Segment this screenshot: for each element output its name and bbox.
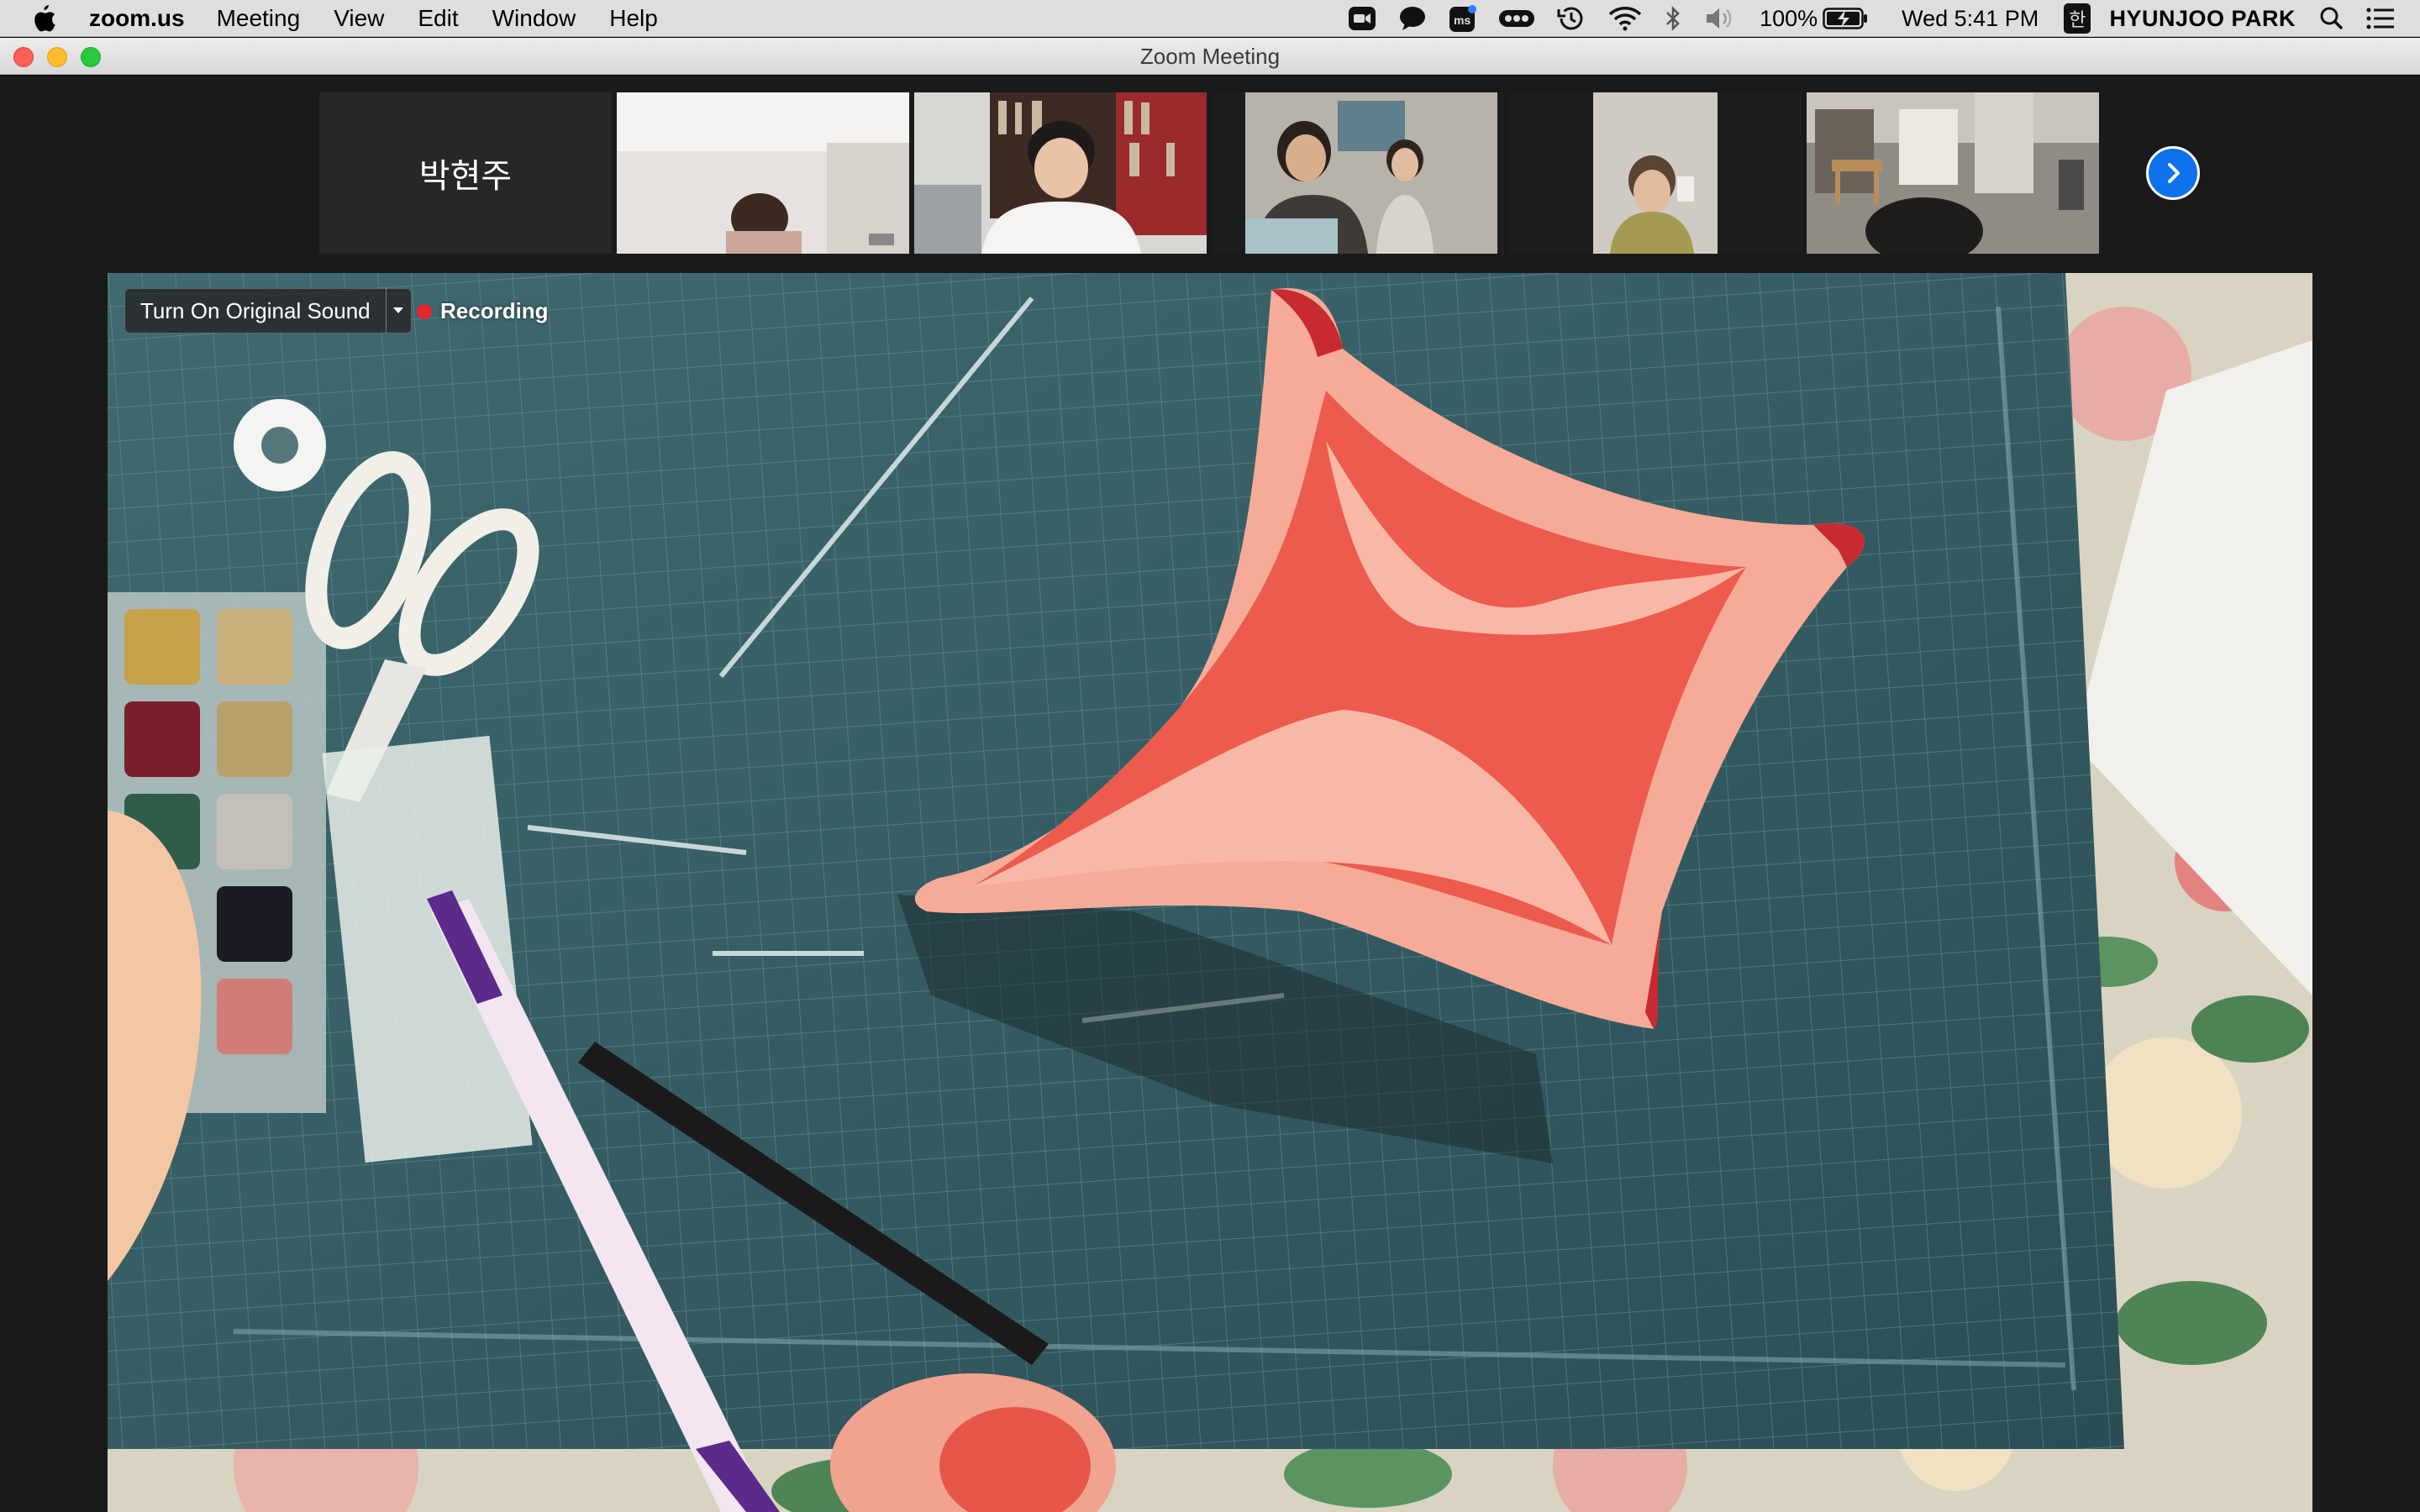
menu-clock[interactable]: Wed 5:41 PM [1902,6,2039,32]
menu-bar-status-area: ms 100% Wed 5:41 PM 한 HYUNJOO PARK [1348,0,2420,37]
ms-icon[interactable]: ms [1449,0,1477,37]
participant-video-image [1509,92,1802,254]
zoom-icon[interactable] [1348,0,1376,37]
participant-video-tile[interactable] [617,92,909,254]
bluetooth-icon[interactable] [1664,0,1682,37]
user-name[interactable]: HYUNJOO PARK [2109,6,2296,32]
messages-icon[interactable] [1398,0,1427,37]
svg-text:ms: ms [1454,13,1470,27]
original-sound-label: Turn On Original Sound [140,297,371,323]
participant-video-image [617,92,909,254]
participant-video-image [914,92,1207,254]
volume-icon[interactable] [1704,0,1738,37]
spotlight-icon[interactable] [2319,0,2344,37]
next-participants-button[interactable] [2146,146,2200,200]
input-source-icon[interactable]: 한 [2064,0,2091,37]
recording-dot-icon [417,303,432,319]
participant-strip: 박현주 [319,92,2104,254]
participant-name: 박현주 [418,158,513,195]
main-video[interactable]: Turn On Original Sound Recording [108,273,2312,1512]
time-machine-icon[interactable] [1556,0,1586,37]
control-center-icon[interactable] [2366,0,2395,37]
menu-meeting[interactable]: Meeting [217,5,301,32]
menu-help[interactable]: Help [609,5,658,32]
participant-video-tile[interactable] [1807,92,2099,254]
original-sound-button[interactable]: Turn On Original Sound [124,288,412,333]
recording-label: Recording [440,298,549,323]
more-dots-icon[interactable] [1499,0,1535,37]
recording-indicator[interactable]: Recording [417,298,549,324]
menu-bar: zoom.us Meeting View Edit Window Help ms… [0,0,2420,37]
chevron-right-icon [2168,163,2180,183]
main-video-image [108,273,2312,1512]
battery-icon[interactable] [1823,0,1868,37]
menu-view[interactable]: View [334,5,384,32]
meeting-content: 박현주 Turn On Original Sound Recording [0,76,2420,1512]
app-menu-zoom[interactable]: zoom.us [89,5,185,32]
participant-video-image [1212,92,1504,254]
participant-video-tile[interactable] [1509,92,1802,254]
input-source-label: 한 [2064,3,2091,34]
participant-tile-name[interactable]: 박현주 [319,92,612,254]
participant-video-tile[interactable] [1212,92,1504,254]
menu-edit[interactable]: Edit [418,5,458,32]
wifi-icon[interactable] [1608,0,1642,37]
participant-video-image [1807,92,2099,254]
original-sound-dropdown[interactable] [385,288,411,333]
window-title: Zoom Meeting [1139,44,1281,69]
apple-icon[interactable] [32,4,57,33]
window-title-bar[interactable]: Zoom Meeting [0,38,2420,75]
menu-window[interactable]: Window [492,5,576,32]
participant-video-tile[interactable] [914,92,1207,254]
battery-percent: 100% [1760,5,1818,31]
caret-down-icon [393,307,404,313]
